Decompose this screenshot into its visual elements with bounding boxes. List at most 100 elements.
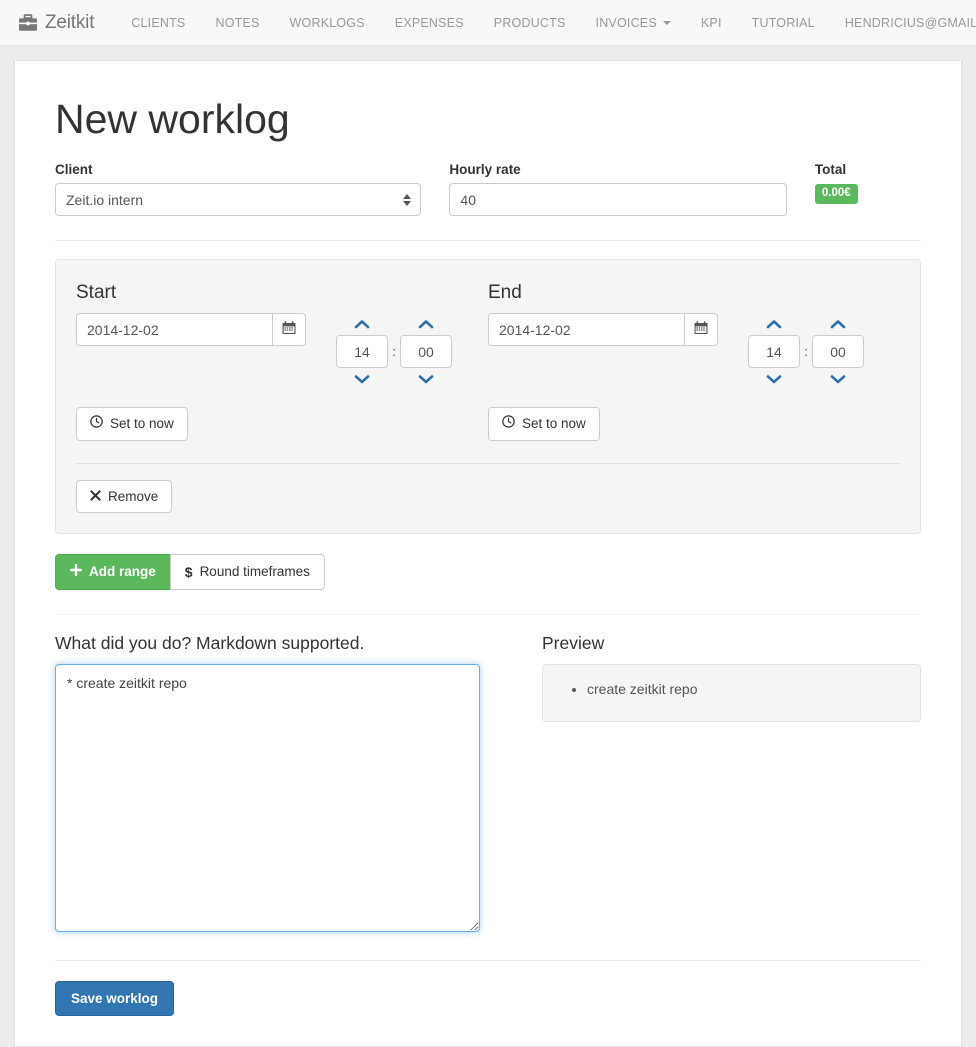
nav-expenses[interactable]: EXPENSES <box>380 0 479 46</box>
brand-logo[interactable]: Zeitkit <box>14 12 94 34</box>
start-time-separator: : <box>392 344 396 360</box>
nav-invoices[interactable]: INVOICES <box>581 0 686 46</box>
chevron-down-icon <box>766 375 782 384</box>
end-date-input[interactable] <box>488 313 684 347</box>
nav-tutorial[interactable]: TUTORIAL <box>737 0 830 46</box>
start-hours-down-button[interactable] <box>354 368 370 390</box>
worklog-meta-row: Client Hourly rate Total 0.00€ <box>55 162 921 217</box>
x-icon <box>90 488 101 506</box>
main-card: New worklog Client Hourly rate Total 0.0… <box>14 60 962 1047</box>
markdown-editor-group: What did you do? Markdown supported. * c… <box>55 633 510 932</box>
start-hours-col <box>336 313 388 390</box>
range-row: Start 2014-12-02 14: 00 Set to now End … <box>76 282 900 441</box>
chevron-up-icon <box>354 320 370 329</box>
plus-icon <box>69 563 83 581</box>
start-timepicker: : <box>336 313 452 390</box>
remove-range-button[interactable]: Remove <box>76 479 173 514</box>
end-calendar-button[interactable] <box>684 313 718 347</box>
total-group: Total 0.00€ <box>814 162 921 216</box>
start-title: Start <box>76 282 117 304</box>
end-minutes-up-button[interactable] <box>830 313 846 335</box>
clock-icon <box>502 415 515 433</box>
nav-tutorial-label: TUTORIAL <box>751 15 815 30</box>
start-set-to-now-button[interactable]: Set to now <box>76 407 188 441</box>
client-select-wrap <box>55 183 422 217</box>
end-timepicker: : <box>748 313 864 390</box>
clock-icon <box>90 415 103 433</box>
brand-text: Zeitkit <box>45 11 95 33</box>
markdown-preview-label: Preview <box>542 632 605 653</box>
end-time-separator: : <box>804 344 808 360</box>
end-block: End 2014-12-02 14: 00 Set to now <box>488 282 900 441</box>
chevron-up-icon <box>830 320 846 329</box>
save-worklog-button[interactable]: Save worklog <box>55 980 175 1016</box>
nav-links: CLIENTS NOTES WORKLOGS EXPENSES PRODUCTS… <box>116 0 830 46</box>
markdown-textarea[interactable]: * create zeitkit repo <box>55 663 480 932</box>
preview-list: create zeitkit repo <box>561 679 902 700</box>
markdown-preview-box: create zeitkit repo <box>542 663 921 722</box>
client-select[interactable] <box>55 183 422 217</box>
nav-right: HENDRICIUS@GMAIL.COM <box>830 0 976 46</box>
list-item: create zeitkit repo <box>587 679 902 700</box>
divider-bottom <box>55 959 921 961</box>
start-minutes-input[interactable] <box>400 335 452 369</box>
end-hours-up-button[interactable] <box>766 313 782 335</box>
nav-kpi-label: KPI <box>700 15 722 30</box>
nav-notes[interactable]: NOTES <box>200 0 274 46</box>
range-actions-group: Add range $ Round timeframes <box>55 554 921 590</box>
end-hours-down-button[interactable] <box>766 368 782 390</box>
hourly-rate-input[interactable] <box>449 183 787 217</box>
markdown-row: What did you do? Markdown supported. * c… <box>55 633 921 932</box>
chevron-down-icon <box>830 375 846 384</box>
end-hours-input[interactable] <box>748 335 800 369</box>
start-set-to-now-label: Set to now <box>110 416 174 432</box>
add-range-button[interactable]: Add range <box>55 554 171 590</box>
client-field-group: Client <box>55 162 422 217</box>
nav-clients[interactable]: CLIENTS <box>116 0 200 46</box>
hourly-rate-field-group: Hourly rate <box>449 162 787 217</box>
end-minutes-col <box>812 313 864 390</box>
nav-account-menu[interactable]: HENDRICIUS@GMAIL.COM <box>830 0 976 46</box>
nav-products-label: PRODUCTS <box>493 15 566 30</box>
chevron-down-icon <box>662 20 671 25</box>
end-set-to-now-button[interactable]: Set to now <box>488 407 600 441</box>
divider-top <box>55 240 921 242</box>
chevron-down-icon <box>354 375 370 384</box>
client-label: Client <box>55 162 93 178</box>
panel-divider <box>76 462 900 464</box>
end-set-to-now-label: Set to now <box>522 416 586 432</box>
round-timeframes-label: Round timeframes <box>199 564 310 580</box>
add-range-label: Add range <box>89 564 156 580</box>
chevron-up-icon <box>418 320 434 329</box>
nav-products[interactable]: PRODUCTS <box>479 0 581 46</box>
end-minutes-input[interactable] <box>812 335 864 369</box>
start-date-input[interactable] <box>76 313 272 347</box>
start-minutes-down-button[interactable] <box>418 368 434 390</box>
start-minutes-col <box>400 313 452 390</box>
nav-kpi[interactable]: KPI <box>686 0 737 46</box>
start-block: Start 2014-12-02 14: 00 Set to now <box>76 282 488 441</box>
hourly-rate-label: Hourly rate <box>449 162 521 178</box>
start-hours-up-button[interactable] <box>354 313 370 335</box>
end-title: End <box>488 282 522 304</box>
chevron-down-icon <box>418 375 434 384</box>
start-calendar-button[interactable] <box>272 313 306 347</box>
start-minutes-up-button[interactable] <box>418 313 434 335</box>
chevron-up-icon <box>766 320 782 329</box>
divider-middle <box>55 613 921 615</box>
time-range-panel: Start 2014-12-02 14: 00 Set to now End … <box>55 259 921 535</box>
top-navbar: Zeitkit CLIENTS NOTES WORKLOGS EXPENSES … <box>0 0 976 46</box>
round-timeframes-button[interactable]: $ Round timeframes <box>169 554 325 590</box>
nav-account-label: HENDRICIUS@GMAIL.COM <box>844 15 976 30</box>
end-date-group <box>488 313 718 347</box>
calendar-icon <box>282 321 296 338</box>
start-hours-input[interactable] <box>336 335 388 369</box>
dollar-icon: $ <box>184 563 193 580</box>
calendar-icon <box>694 321 708 338</box>
end-minutes-down-button[interactable] <box>830 368 846 390</box>
nav-worklogs[interactable]: WORKLOGS <box>275 0 380 46</box>
nav-notes-label: NOTES <box>215 15 260 30</box>
markdown-editor-label: What did you do? Markdown supported. <box>55 632 365 653</box>
total-badge: 0.00€ <box>814 184 858 204</box>
nav-clients-label: CLIENTS <box>131 15 186 30</box>
